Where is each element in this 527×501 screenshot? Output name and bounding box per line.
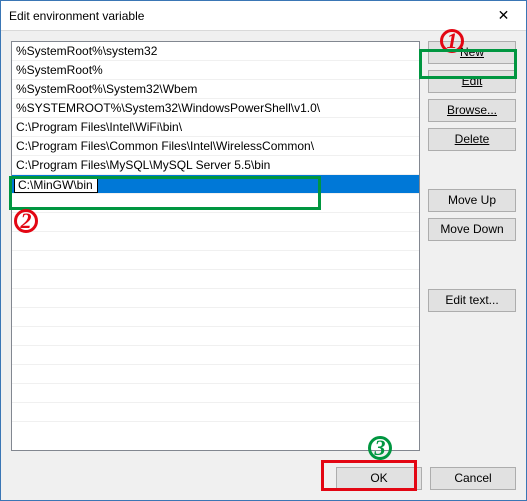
ok-button[interactable]: OK [336,467,422,490]
list-item[interactable]: %SystemRoot%\System32\Wbem [12,80,419,99]
list-item-empty[interactable] [12,232,419,251]
list-item-empty[interactable] [12,194,419,213]
list-item-empty[interactable] [12,327,419,346]
list-item-empty[interactable] [12,251,419,270]
list-item-empty[interactable] [12,384,419,403]
list-item[interactable]: C:\Program Files\MySQL\MySQL Server 5.5\… [12,156,419,175]
list-item-empty[interactable] [12,213,419,232]
list-item-editing[interactable] [12,175,419,194]
move-down-button[interactable]: Move Down [428,218,516,241]
list-item-empty[interactable] [12,365,419,384]
browse-button[interactable]: Browse... [428,99,516,122]
delete-button[interactable]: Delete [428,128,516,151]
list-item-empty[interactable] [12,403,419,422]
list-item[interactable]: %SystemRoot% [12,61,419,80]
list-item-empty[interactable] [12,270,419,289]
path-listbox[interactable]: %SystemRoot%\system32%SystemRoot%%System… [11,41,420,451]
list-item[interactable]: %SYSTEMROOT%\System32\WindowsPowerShell\… [12,99,419,118]
client-area: %SystemRoot%\system32%SystemRoot%%System… [1,31,526,500]
list-item[interactable]: C:\Program Files\Common Files\Intel\Wire… [12,137,419,156]
cancel-button[interactable]: Cancel [430,467,516,490]
move-up-button[interactable]: Move Up [428,189,516,212]
list-item-edit-input[interactable] [14,176,98,193]
dialog-window: Edit environment variable ✕ %SystemRoot%… [0,0,527,501]
close-button[interactable]: ✕ [481,1,526,31]
list-item[interactable]: %SystemRoot%\system32 [12,42,419,61]
list-item[interactable]: C:\Program Files\Intel\WiFi\bin\ [12,118,419,137]
side-buttons: New Edit Browse... Delete Move Up Move D… [428,41,516,451]
edit-button[interactable]: Edit [428,70,516,93]
titlebar: Edit environment variable ✕ [1,1,526,31]
window-title: Edit environment variable [9,9,481,23]
list-item-empty[interactable] [12,346,419,365]
list-item-empty[interactable] [12,289,419,308]
list-item-empty[interactable] [12,308,419,327]
new-button[interactable]: New [428,41,516,64]
edit-text-button[interactable]: Edit text... [428,289,516,312]
main-row: %SystemRoot%\system32%SystemRoot%%System… [11,41,516,451]
bottom-buttons: OK Cancel [11,451,516,490]
close-icon: ✕ [498,7,510,24]
